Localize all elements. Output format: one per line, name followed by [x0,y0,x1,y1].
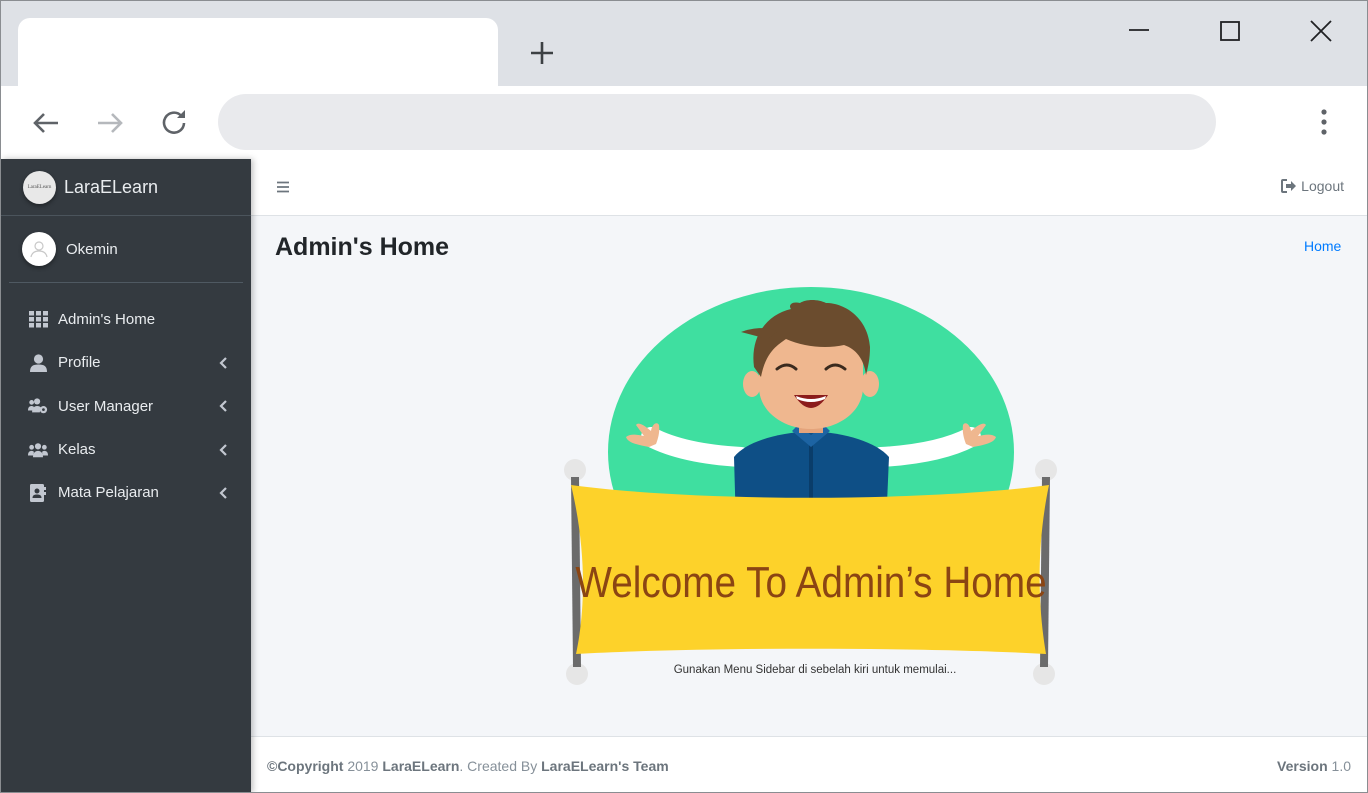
arrow-right-icon[interactable] [93,106,127,140]
sidebar-item-kelas[interactable]: Kelas [1,428,251,471]
footer-copyright: ©Copyright 2019 LaraELearn. Created By L… [267,758,669,774]
sidebar-item-label: Admin's Home [58,311,156,329]
sidebar-item-label: Kelas [58,441,96,459]
address-bar[interactable] [218,94,1216,150]
chevron-left-icon [219,487,227,499]
hamburger-menu-icon[interactable] [275,179,291,195]
page-title: Admin's Home [275,233,450,261]
sidebar-item-label: User Manager [58,397,154,415]
tab-bar [1,1,1367,86]
banner-subtext: Gunakan Menu Sidebar di sebelah kiri unt… [674,664,957,676]
sidebar-item-label: Profile [58,354,101,372]
right-ear [861,371,879,397]
sign-out-icon [1281,179,1297,193]
left-ear [743,371,761,397]
maximize-icon[interactable] [1212,15,1248,51]
grid-icon [28,310,48,330]
sidebar-item-label: Mata Pelajaran [58,484,159,502]
plus-icon[interactable] [526,37,558,69]
top-navbar: Logout [251,159,1367,216]
brand-logo-text: LaraELearn [27,184,52,190]
copyright-year: 2019 [347,758,379,774]
user-name: Okemin [66,240,118,258]
address-book-icon [28,483,48,503]
sidebar-nav: Admin's Home Profile User Manager Kelas … [1,283,251,514]
user-icon [28,353,48,373]
user-panel[interactable]: Okemin [9,216,243,283]
footer-team: LaraELearn's Team [541,758,669,774]
logout-link[interactable]: Logout [1281,178,1344,194]
logout-label: Logout [1301,178,1344,194]
version-value: 1.0 [1331,758,1351,774]
footer-version: Version 1.0 [1277,758,1351,774]
sidebar-item-mata-pelajaran[interactable]: Mata Pelajaran [1,471,251,514]
brand-link[interactable]: LaraELearn LaraELearn [1,159,251,216]
more-vertical-icon[interactable] [1306,104,1342,140]
breadcrumb-home[interactable]: Home [1304,238,1341,254]
avatar [22,232,56,266]
sidebar: LaraELearn LaraELearn Okemin Admin's Hom… [1,159,251,792]
close-icon[interactable] [1303,15,1339,51]
footer-created-by: . Created By [459,758,538,774]
chevron-left-icon [219,443,227,456]
browser-toolbar [1,86,1367,159]
footer-app-name: LaraELearn [382,758,460,774]
users-cog-icon [28,396,48,416]
welcome-illustration: Welcome To Admin’s Home Gunakan Menu Sid… [564,287,1057,685]
banner-headline: Welcome To Admin’s Home [575,557,1046,607]
sidebar-item-user-manager[interactable]: User Manager [1,385,251,428]
brand-logo: LaraELearn [23,170,56,204]
arrow-left-icon[interactable] [29,106,63,140]
version-label: Version [1277,758,1328,774]
user-avatar-icon [30,241,48,258]
users-icon [28,440,48,460]
chevron-left-icon [219,400,227,413]
copyright-label: ©Copyright [267,758,344,774]
sidebar-item-admins-home[interactable]: Admin's Home [1,298,251,341]
browser-tab[interactable] [18,18,498,86]
sidebar-item-profile[interactable]: Profile [1,341,251,384]
brand-name: LaraELearn [64,176,159,197]
browser-window: LaraELearn LaraELearn Okemin Admin's Hom… [0,0,1368,793]
page: LaraELearn LaraELearn Okemin Admin's Hom… [1,159,1367,792]
footer: ©Copyright 2019 LaraELearn. Created By L… [251,736,1367,792]
minimize-icon[interactable] [1121,15,1157,51]
reload-icon[interactable] [157,106,191,140]
chevron-left-icon [219,357,227,369]
